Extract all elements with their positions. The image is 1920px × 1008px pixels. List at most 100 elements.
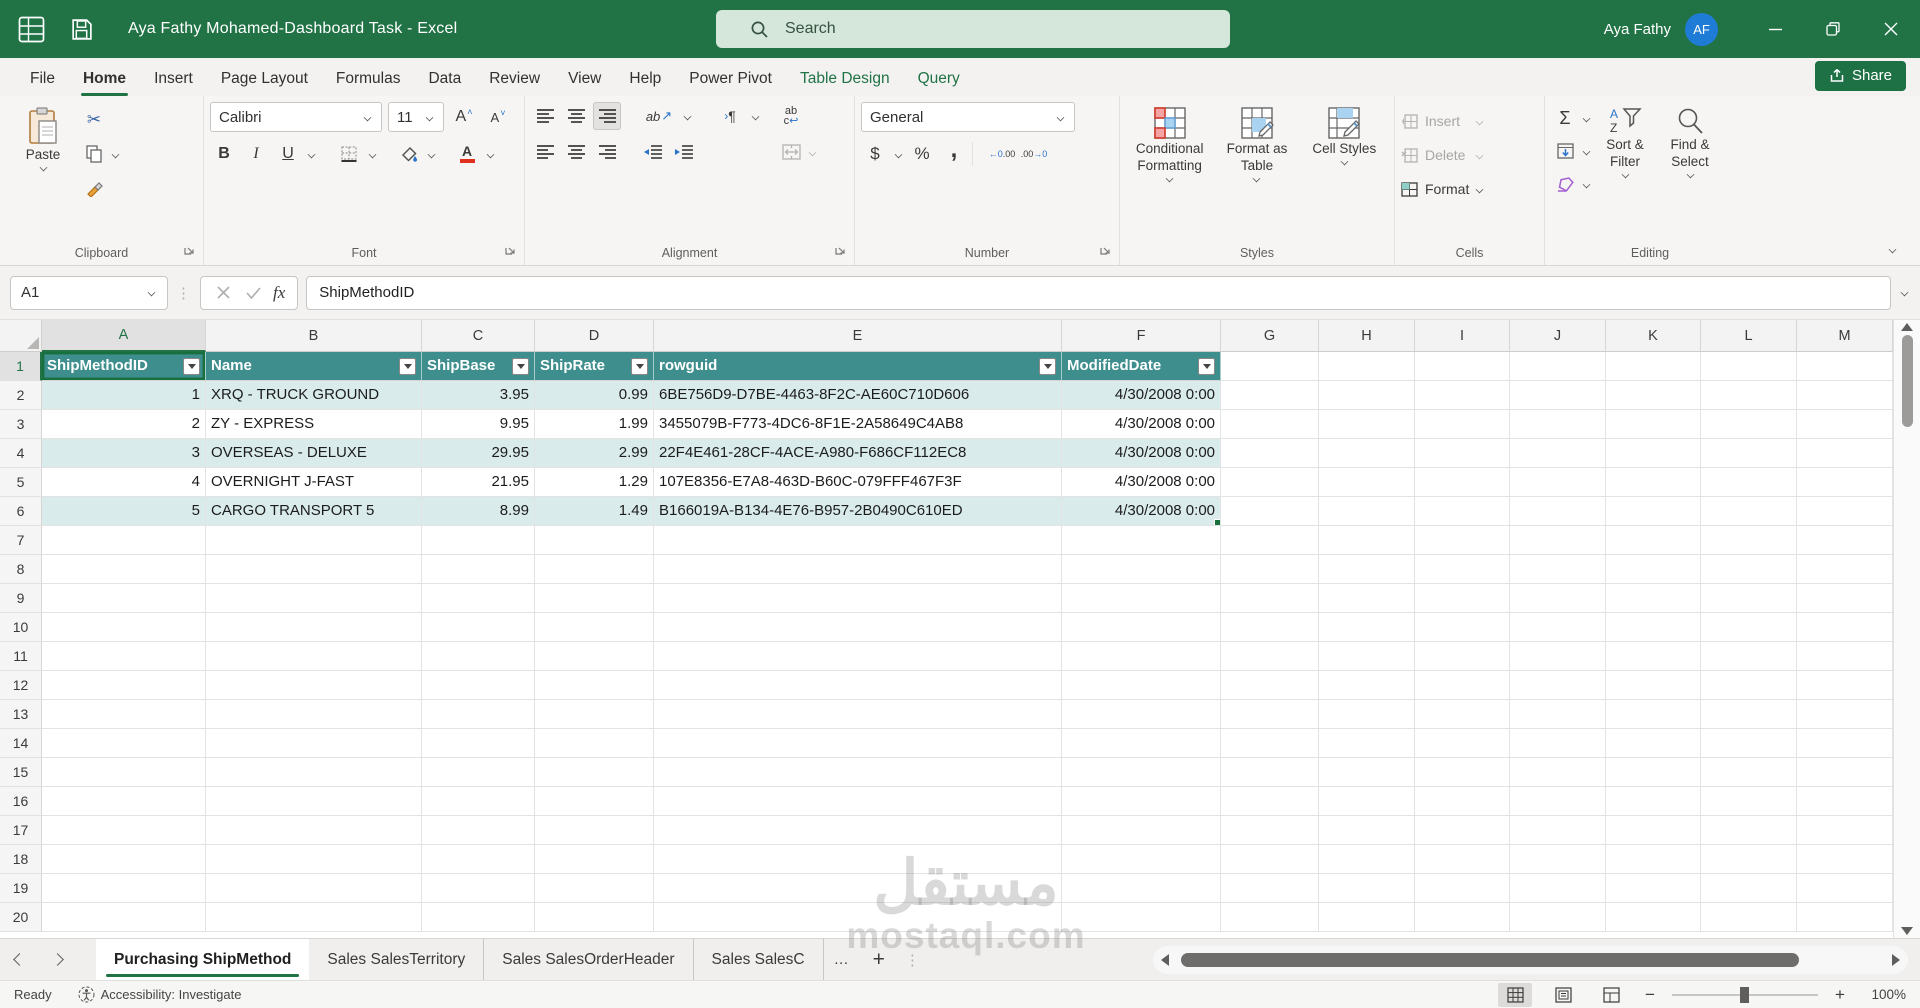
cell-G12[interactable] bbox=[1221, 671, 1319, 700]
cell-B18[interactable] bbox=[206, 845, 422, 874]
cell-G4[interactable] bbox=[1221, 439, 1319, 468]
cell-I17[interactable] bbox=[1415, 816, 1510, 845]
cell-B15[interactable] bbox=[206, 758, 422, 787]
cell-M18[interactable] bbox=[1797, 845, 1893, 874]
cell-F9[interactable] bbox=[1062, 584, 1221, 613]
cell-A14[interactable] bbox=[42, 729, 206, 758]
align-right-button[interactable] bbox=[593, 138, 621, 166]
cell-C13[interactable] bbox=[422, 700, 535, 729]
column-header-H[interactable]: H bbox=[1319, 320, 1415, 352]
merge-dropdown-chevron[interactable] bbox=[809, 148, 817, 156]
cell-C6[interactable]: 8.99 bbox=[422, 497, 535, 526]
cell-I13[interactable] bbox=[1415, 700, 1510, 729]
column-header-K[interactable]: K bbox=[1606, 320, 1701, 352]
cell-L11[interactable] bbox=[1701, 642, 1797, 671]
sheet-nav-left-chevron[interactable] bbox=[0, 939, 38, 980]
formula-input[interactable]: ShipMethodID bbox=[306, 276, 1891, 310]
format-cells-button[interactable]: Format bbox=[1401, 174, 1485, 204]
cell-K8[interactable] bbox=[1606, 555, 1701, 584]
cell-K9[interactable] bbox=[1606, 584, 1701, 613]
cell-G17[interactable] bbox=[1221, 816, 1319, 845]
row-header-3[interactable]: 3 bbox=[0, 410, 42, 439]
cell-G5[interactable] bbox=[1221, 468, 1319, 497]
cell-L9[interactable] bbox=[1701, 584, 1797, 613]
cell-J20[interactable] bbox=[1510, 903, 1606, 932]
cell-C18[interactable] bbox=[422, 845, 535, 874]
scroll-down-arrow[interactable] bbox=[1901, 927, 1913, 935]
decrease-decimal-button[interactable]: .00 →0 bbox=[1020, 140, 1048, 168]
sheet-tab-sales-salesorderheader[interactable]: Sales SalesOrderHeader bbox=[484, 939, 693, 980]
row-header-7[interactable]: 7 bbox=[0, 526, 42, 555]
clear-dropdown-chevron[interactable] bbox=[1583, 180, 1591, 188]
cell-E11[interactable] bbox=[654, 642, 1062, 671]
ribbon-tab-insert[interactable]: Insert bbox=[140, 62, 207, 96]
cell-F16[interactable] bbox=[1062, 787, 1221, 816]
bold-button[interactable]: B bbox=[210, 140, 238, 168]
row-header-17[interactable]: 17 bbox=[0, 816, 42, 845]
currency-dropdown-chevron[interactable] bbox=[895, 150, 903, 158]
cell-C3[interactable]: 9.95 bbox=[422, 410, 535, 439]
align-middle-button[interactable] bbox=[562, 102, 590, 130]
cell-C20[interactable] bbox=[422, 903, 535, 932]
cell-L17[interactable] bbox=[1701, 816, 1797, 845]
cell-D17[interactable] bbox=[535, 816, 654, 845]
cell-H14[interactable] bbox=[1319, 729, 1415, 758]
align-bottom-button[interactable] bbox=[593, 102, 621, 130]
cell-D8[interactable] bbox=[535, 555, 654, 584]
cell-B8[interactable] bbox=[206, 555, 422, 584]
column-header-I[interactable]: I bbox=[1415, 320, 1510, 352]
cell-M10[interactable] bbox=[1797, 613, 1893, 642]
cell-F8[interactable] bbox=[1062, 555, 1221, 584]
row-header-16[interactable]: 16 bbox=[0, 787, 42, 816]
font-dialog-launcher[interactable] bbox=[505, 244, 516, 255]
row-header-20[interactable]: 20 bbox=[0, 903, 42, 932]
cell-B13[interactable] bbox=[206, 700, 422, 729]
row-header-1[interactable]: 1 bbox=[0, 352, 42, 381]
cell-E7[interactable] bbox=[654, 526, 1062, 555]
cell-M11[interactable] bbox=[1797, 642, 1893, 671]
clipboard-dialog-launcher[interactable] bbox=[184, 244, 195, 255]
cell-M16[interactable] bbox=[1797, 787, 1893, 816]
cell-L15[interactable] bbox=[1701, 758, 1797, 787]
ribbon-tab-home[interactable]: Home bbox=[69, 62, 140, 96]
name-box[interactable]: A1 bbox=[10, 276, 168, 310]
column-header-B[interactable]: B bbox=[206, 320, 422, 352]
cell-K19[interactable] bbox=[1606, 874, 1701, 903]
cell-I5[interactable] bbox=[1415, 468, 1510, 497]
ribbon-tab-formulas[interactable]: Formulas bbox=[322, 62, 415, 96]
cell-D15[interactable] bbox=[535, 758, 654, 787]
cell-M5[interactable] bbox=[1797, 468, 1893, 497]
sheet-tab-sales-salesc[interactable]: Sales SalesC bbox=[694, 939, 824, 980]
format-as-table-button[interactable]: Format as Table bbox=[1213, 102, 1300, 241]
cell-L2[interactable] bbox=[1701, 381, 1797, 410]
cell-G11[interactable] bbox=[1221, 642, 1319, 671]
cell-L14[interactable] bbox=[1701, 729, 1797, 758]
cell-D16[interactable] bbox=[535, 787, 654, 816]
cancel-entry-icon[interactable] bbox=[209, 279, 237, 307]
cell-A4[interactable]: 3 bbox=[42, 439, 206, 468]
cell-D18[interactable] bbox=[535, 845, 654, 874]
excel-app-icon[interactable] bbox=[18, 16, 45, 43]
cell-B1[interactable]: Name bbox=[206, 352, 422, 381]
cell-G8[interactable] bbox=[1221, 555, 1319, 584]
cell-D19[interactable] bbox=[535, 874, 654, 903]
cell-C5[interactable]: 21.95 bbox=[422, 468, 535, 497]
cell-F2[interactable]: 4/30/2008 0:00 bbox=[1062, 381, 1221, 410]
new-sheet-button[interactable]: + bbox=[861, 939, 897, 980]
cell-M1[interactable] bbox=[1797, 352, 1893, 381]
cell-C12[interactable] bbox=[422, 671, 535, 700]
share-button[interactable]: Share bbox=[1815, 61, 1906, 91]
enter-entry-icon[interactable] bbox=[239, 279, 267, 307]
ribbon-tab-review[interactable]: Review bbox=[475, 62, 554, 96]
cell-E8[interactable] bbox=[654, 555, 1062, 584]
cell-A3[interactable]: 2 bbox=[42, 410, 206, 439]
zoom-out-button[interactable]: − bbox=[1642, 985, 1658, 1005]
zoom-slider[interactable] bbox=[1672, 994, 1818, 996]
table-resize-handle[interactable] bbox=[1214, 519, 1221, 526]
cell-J6[interactable] bbox=[1510, 497, 1606, 526]
cell-K12[interactable] bbox=[1606, 671, 1701, 700]
ribbon-tab-view[interactable]: View bbox=[554, 62, 615, 96]
cell-B10[interactable] bbox=[206, 613, 422, 642]
cell-A7[interactable] bbox=[42, 526, 206, 555]
orientation-dropdown-chevron[interactable] bbox=[684, 112, 692, 120]
